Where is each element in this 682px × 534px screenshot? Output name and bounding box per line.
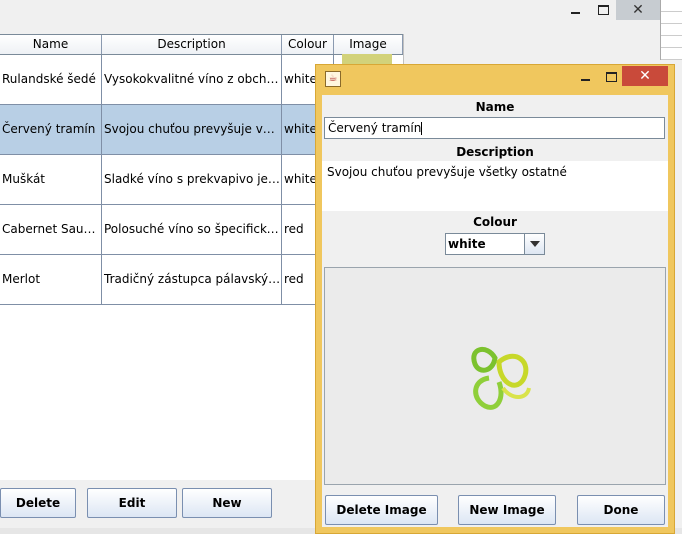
new-button[interactable]: New bbox=[182, 488, 272, 518]
cell-name: Muškát bbox=[0, 155, 102, 204]
maximize-icon bbox=[597, 5, 609, 15]
cell-description: Tradičný zástupca pálavských ... bbox=[102, 255, 282, 304]
minimize-icon bbox=[570, 12, 580, 14]
minimize-icon bbox=[580, 79, 590, 81]
main-titlebar: ✕ bbox=[0, 0, 682, 28]
column-header-image[interactable]: Image bbox=[334, 35, 403, 54]
close-icon: ✕ bbox=[632, 2, 644, 18]
cell-name: Cabernet Sauvi... bbox=[0, 205, 102, 254]
chevron-down-icon bbox=[529, 241, 540, 247]
column-header-description[interactable]: Description bbox=[102, 35, 282, 54]
colour-label: Colour bbox=[473, 215, 517, 229]
dialog-close-button[interactable]: ✕ bbox=[622, 66, 668, 86]
wine-logo-image bbox=[471, 347, 531, 410]
close-icon: ✕ bbox=[639, 68, 651, 84]
delete-image-button[interactable]: Delete Image bbox=[325, 495, 438, 525]
cell-description: Svojou chuťou prevyšuje všetk... bbox=[102, 105, 282, 154]
background-window-edge bbox=[660, 0, 682, 60]
dialog-content: Name Červený tramín Description Svojou c… bbox=[322, 95, 668, 527]
column-header-name[interactable]: Name bbox=[0, 35, 102, 54]
colour-dropdown-value: white bbox=[448, 237, 486, 251]
table-header: Name Description Colour Image bbox=[0, 34, 403, 55]
maximize-button[interactable] bbox=[590, 0, 616, 20]
text-caret bbox=[421, 122, 423, 135]
minimize-button[interactable] bbox=[560, 0, 590, 20]
cell-description: Polosuché víno so špecifickou... bbox=[102, 205, 282, 254]
name-field[interactable]: Červený tramín bbox=[324, 117, 665, 139]
column-header-colour[interactable]: Colour bbox=[282, 35, 334, 54]
cell-name: Červený tramín bbox=[0, 105, 102, 154]
colour-dropdown[interactable]: white bbox=[445, 233, 545, 255]
name-field-value: Červený tramín bbox=[328, 121, 422, 135]
java-cup-icon: ☕ bbox=[325, 71, 341, 87]
edit-button[interactable]: Edit bbox=[87, 488, 177, 518]
image-preview-panel bbox=[324, 267, 666, 485]
dialog-titlebar[interactable]: ☕ ✕ bbox=[316, 65, 674, 91]
done-button[interactable]: Done bbox=[577, 495, 665, 525]
new-image-button[interactable]: New Image bbox=[458, 495, 556, 525]
dialog-minimize-button[interactable] bbox=[572, 67, 598, 87]
description-field[interactable]: Svojou chuťou prevyšuje všetky ostatné bbox=[322, 161, 668, 211]
cell-description: Vysokokvalitné víno z obchodu. bbox=[102, 55, 282, 104]
maximize-icon bbox=[605, 72, 617, 82]
description-label: Description bbox=[456, 145, 534, 159]
close-button[interactable]: ✕ bbox=[616, 0, 660, 20]
cell-description: Sladké víno s prekvapivo jemn... bbox=[102, 155, 282, 204]
cell-name: Rulandské šedé bbox=[0, 55, 102, 104]
dialog-maximize-button[interactable] bbox=[598, 67, 624, 87]
wine-editor-dialog: ☕ ✕ Name Červený tramín Description Svoj… bbox=[315, 64, 675, 534]
dropdown-arrow-button[interactable] bbox=[524, 234, 544, 254]
delete-button[interactable]: Delete bbox=[0, 488, 76, 518]
cell-name: Merlot bbox=[0, 255, 102, 304]
name-label: Name bbox=[475, 100, 515, 114]
